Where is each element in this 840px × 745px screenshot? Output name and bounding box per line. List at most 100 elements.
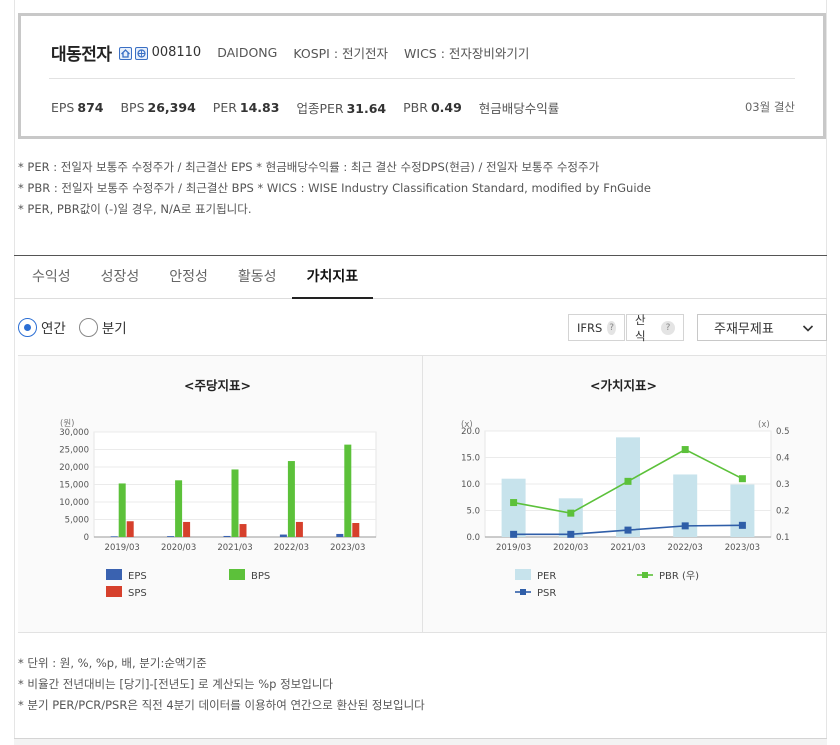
- bar-bps: [287, 461, 295, 537]
- point-psr: [681, 522, 689, 530]
- point-pbr: [681, 446, 689, 454]
- metric-industry-per: 업종PER 31.64: [296, 101, 387, 116]
- point-psr: [624, 526, 632, 534]
- legend-label: EPS: [128, 571, 147, 582]
- tab-valuation[interactable]: 가치지표: [291, 256, 374, 299]
- note-line: * 분기 PER/PCR/PSR은 직전 4분기 데이터를 이용하여 연간으로 …: [18, 698, 425, 712]
- y-tick-label: 5,000: [65, 516, 89, 526]
- legend-swatch-eps: [106, 569, 122, 580]
- bar-eps: [167, 536, 175, 537]
- home-icon[interactable]: [118, 47, 132, 60]
- note-line: * PER, PBR값이 (-)일 경우, N/A로 표기됩니다.: [18, 202, 252, 216]
- tab-stability[interactable]: 안정성: [154, 256, 223, 298]
- y-tick-label: 0: [84, 533, 89, 543]
- left-tick-label: 0.0: [466, 533, 480, 543]
- header-divider: [49, 78, 795, 79]
- y-tick-label: 15,000: [59, 481, 89, 491]
- left-tick-label: 10.0: [461, 480, 480, 490]
- indicator-tabs: 수익성 성장성 안정성 활동성 가치지표: [14, 256, 827, 299]
- per-share-chart: (원)05,00010,00015,00020,00025,00030,0002…: [59, 419, 377, 599]
- metric-dividend-yield: 현금배당수익률: [478, 101, 560, 116]
- bar-per: [616, 437, 640, 537]
- point-psr: [567, 530, 575, 538]
- x-tick-label: 2020/03: [553, 543, 588, 553]
- statement-select-value: 주재무제표: [714, 322, 774, 337]
- company-name: 대동전자: [51, 45, 112, 65]
- ifrs-help-button[interactable]: IFRS ?: [568, 314, 625, 341]
- formula-help-button[interactable]: 산식 ?: [626, 312, 684, 343]
- right-tick-label: 0.2: [776, 507, 790, 517]
- chevron-down-icon: [802, 325, 814, 332]
- legend-label: PBR (우): [659, 570, 699, 582]
- period-radio-group: 연간 분기: [18, 317, 140, 337]
- quarterly-radio[interactable]: [78, 317, 98, 337]
- x-tick-label: 2021/03: [610, 543, 645, 553]
- bar-per: [501, 478, 526, 537]
- bar-eps: [223, 535, 231, 537]
- x-tick-label: 2023/03: [330, 543, 365, 553]
- unit-notes: * 단위 : 원, %, %p, 배, 분기:순액기준 * 비율간 전년대비는 …: [18, 653, 425, 716]
- bar-sps: [126, 521, 134, 537]
- table-header-strip: [14, 738, 827, 745]
- company-info-row: 대동전자 008110 DAIDONG KOSPI : 전기전자 WICS : …: [51, 40, 529, 65]
- legend-label: PER: [537, 571, 556, 582]
- bar-bps: [175, 480, 183, 537]
- metric-pbr: PBR 0.49: [403, 100, 462, 115]
- bar-eps: [110, 536, 118, 537]
- x-tick-label: 2021/03: [217, 543, 252, 553]
- legend-swatch-sps: [106, 586, 122, 597]
- x-tick-label: 2022/03: [668, 543, 703, 553]
- company-summary-box: 대동전자 008110 DAIDONG KOSPI : 전기전자 WICS : …: [18, 13, 826, 139]
- help-icon: ?: [661, 320, 675, 335]
- bar-eps: [279, 534, 287, 537]
- note-line: * 비율간 전년대비는 [당기]-[전년도] 로 계산되는 %p 정보입니다: [18, 677, 333, 691]
- tab-activity[interactable]: 활동성: [223, 256, 292, 298]
- right-axis-unit: (x): [758, 420, 770, 430]
- ifrs-label: IFRS: [577, 320, 603, 335]
- help-icon: ?: [607, 320, 616, 335]
- x-tick-label: 2023/03: [725, 543, 760, 553]
- ir-homepage-icon[interactable]: [134, 47, 148, 60]
- note-line: * PER : 전일자 보통주 수정주가 / 최근결산 EPS * 현금배당수익…: [18, 160, 600, 174]
- y-tick-label: 25,000: [59, 446, 89, 456]
- right-tick-label: 0.4: [776, 454, 790, 464]
- legend-label: BPS: [251, 571, 270, 582]
- legend-swatch-per: [515, 569, 531, 580]
- point-psr: [738, 521, 746, 529]
- annual-radio[interactable]: [18, 317, 37, 337]
- metric-per: PER 14.83: [212, 100, 280, 115]
- legend-marker-pbr: [642, 572, 648, 578]
- point-psr: [510, 530, 518, 538]
- y-tick-label: 30,000: [59, 428, 89, 438]
- key-metrics: EPS 874 BPS 26,394 PER 14.83 업종PER 31.64 PBR…: [51, 98, 579, 117]
- per-share-chart-title: <주당지표>: [184, 378, 251, 393]
- legend-marker-psr: [520, 589, 526, 595]
- bar-bps: [231, 469, 239, 537]
- settlement-month: 03월 결산: [744, 100, 795, 114]
- definition-notes: * PER : 전일자 보통주 수정주가 / 최근결산 EPS * 현금배당수익…: [18, 157, 651, 220]
- tab-profitability[interactable]: 수익성: [14, 256, 86, 298]
- wics-sector: WICS : 전자장비와기기: [404, 46, 530, 61]
- x-tick-label: 2022/03: [274, 543, 309, 553]
- statement-select[interactable]: 주재무제표: [697, 314, 827, 341]
- left-border: [14, 0, 15, 745]
- quarterly-radio-label[interactable]: 분기: [102, 317, 127, 337]
- annual-radio-label[interactable]: 연간: [41, 317, 66, 337]
- stock-code: 008110: [151, 45, 202, 60]
- metric-eps: EPS 874: [51, 100, 104, 115]
- point-pbr: [567, 509, 575, 517]
- y-tick-label: 20,000: [59, 463, 89, 473]
- tab-growth[interactable]: 성장성: [86, 256, 155, 298]
- legend-label: SPS: [128, 588, 147, 599]
- y-tick-label: 10,000: [59, 498, 89, 508]
- left-tick-label: 15.0: [461, 454, 480, 464]
- bar-sps: [239, 524, 247, 537]
- right-tick-label: 0.1: [776, 533, 790, 543]
- english-name: DAIDONG: [217, 45, 278, 60]
- point-pbr: [510, 499, 518, 507]
- note-line: * 단위 : 원, %, %p, 배, 분기:순액기준: [18, 656, 207, 670]
- metric-bps: BPS 26,394: [120, 100, 196, 115]
- bar-eps: [336, 533, 344, 537]
- x-tick-label: 2019/03: [105, 543, 140, 553]
- formula-label: 산식: [635, 312, 646, 343]
